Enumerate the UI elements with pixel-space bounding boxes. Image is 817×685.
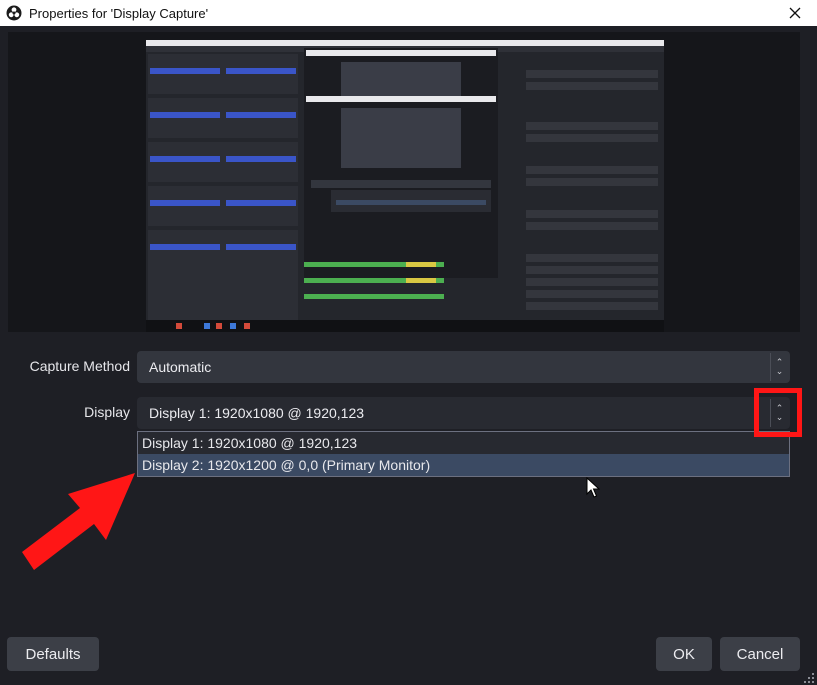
capture-method-label: Capture Method [29,358,130,374]
display-label: Display [84,404,130,420]
window-title: Properties for 'Display Capture' [29,5,209,21]
cancel-button[interactable]: Cancel [720,637,800,671]
display-option[interactable]: Display 2: 1920x1200 @ 0,0 (Primary Moni… [138,454,789,476]
display-dropdown-list: Display 1: 1920x1080 @ 1920,123 Display … [137,431,790,477]
defaults-button[interactable]: Defaults [7,637,99,671]
ok-button[interactable]: OK [656,637,712,671]
display-option-label: Display 1: 1920x1080 @ 1920,123 [142,435,358,451]
capture-method-value: Automatic [149,359,212,375]
close-button[interactable] [773,0,817,26]
capture-method-select[interactable]: Automatic ⌃ ⌄ [137,351,790,383]
display-option[interactable]: Display 1: 1920x1080 @ 1920,123 [138,432,789,454]
display-value: Display 1: 1920x1080 @ 1920,123 [149,405,365,421]
display-select[interactable]: Display 1: 1920x1080 @ 1920,123 ⌃ ⌄ [137,397,790,429]
annotation-highlight-box [754,388,802,437]
close-icon [789,7,801,19]
title-bar: Properties for 'Display Capture' [0,0,817,26]
obs-logo-icon [6,5,22,21]
resize-grip-icon[interactable] [804,673,814,683]
mouse-pointer-icon [586,477,600,498]
preview-screen-thumbnail [146,40,664,332]
capture-preview [8,32,800,332]
annotation-arrow-icon [22,473,135,570]
display-option-label: Display 2: 1920x1200 @ 0,0 (Primary Moni… [142,457,431,473]
up-down-chevron-icon: ⌃ ⌄ [770,353,788,381]
